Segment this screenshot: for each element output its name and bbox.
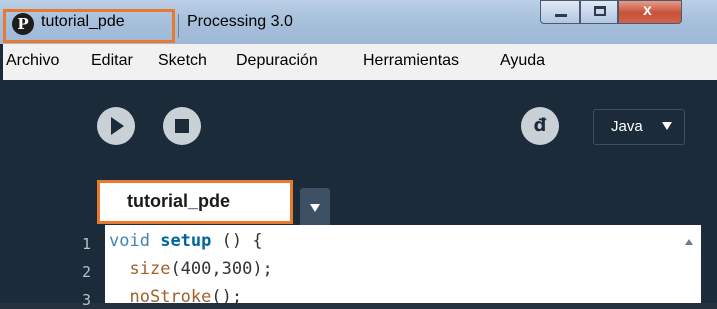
- builtin-function: size: [129, 259, 171, 279]
- line-number: 1: [82, 235, 92, 253]
- stop-icon: [175, 119, 189, 133]
- run-button[interactable]: [97, 107, 135, 145]
- function-name: setup: [160, 231, 212, 251]
- close-icon: x: [643, 2, 652, 19]
- code-line: noStroke();: [109, 287, 242, 303]
- title-separator: [178, 14, 179, 38]
- menu-item-sketch[interactable]: Sketch: [158, 52, 207, 70]
- close-button[interactable]: x: [618, 0, 682, 24]
- processing-app-icon[interactable]: P: [12, 13, 34, 35]
- menu-bar: Archivo Editar Sketch Depuración Herrami…: [0, 44, 717, 80]
- code-text: () {: [211, 231, 263, 251]
- menu-item-depuracion[interactable]: Depuración: [236, 52, 318, 70]
- window-title-app: Processing 3.0: [187, 13, 293, 30]
- minimize-icon: [555, 14, 567, 17]
- builtin-function: noStroke: [129, 287, 212, 303]
- keyword-void: void: [109, 231, 150, 251]
- tab-menu-button[interactable]: [300, 188, 330, 225]
- maximize-button[interactable]: [580, 0, 618, 24]
- code-text: (400,300);: [170, 259, 273, 279]
- tab-label: tutorial_pde: [127, 191, 231, 211]
- play-icon: [111, 117, 124, 135]
- mode-label: Java: [611, 118, 643, 135]
- mode-selector[interactable]: Java: [593, 109, 685, 145]
- maximize-icon: [594, 6, 606, 16]
- code-text: ();: [211, 287, 243, 303]
- chevron-down-icon: [662, 122, 672, 130]
- line-number: 3: [82, 291, 92, 309]
- menu-item-editar[interactable]: Editar: [91, 52, 133, 70]
- menu-item-archivo[interactable]: Archivo: [6, 52, 59, 70]
- tab-tutorial-pde[interactable]: tutorial_pde: [97, 180, 293, 224]
- code-line: void setup () {: [109, 231, 263, 251]
- scroll-up-icon[interactable]: [685, 239, 693, 245]
- title-bar[interactable]: P tutorial_pde Processing 3.0 x: [0, 0, 717, 44]
- line-number-gutter: 1 2 3: [0, 225, 105, 309]
- editor-scrollbar[interactable]: [677, 225, 701, 303]
- menu-item-ayuda[interactable]: Ayuda: [500, 52, 545, 70]
- debugger-icon: đ: [533, 115, 547, 136]
- stop-button[interactable]: [163, 107, 201, 145]
- window-edge: [701, 180, 717, 303]
- chevron-down-icon: [310, 204, 320, 212]
- debugger-button[interactable]: đ: [521, 107, 559, 145]
- code-editor[interactable]: void setup () { size(400,300); noStroke(…: [105, 225, 677, 303]
- code-line: size(400,300);: [109, 259, 273, 279]
- window-title-project: tutorial_pde: [41, 13, 125, 30]
- menu-item-herramientas[interactable]: Herramientas: [363, 52, 459, 70]
- minimize-button[interactable]: [540, 0, 580, 24]
- line-number: 2: [82, 263, 92, 281]
